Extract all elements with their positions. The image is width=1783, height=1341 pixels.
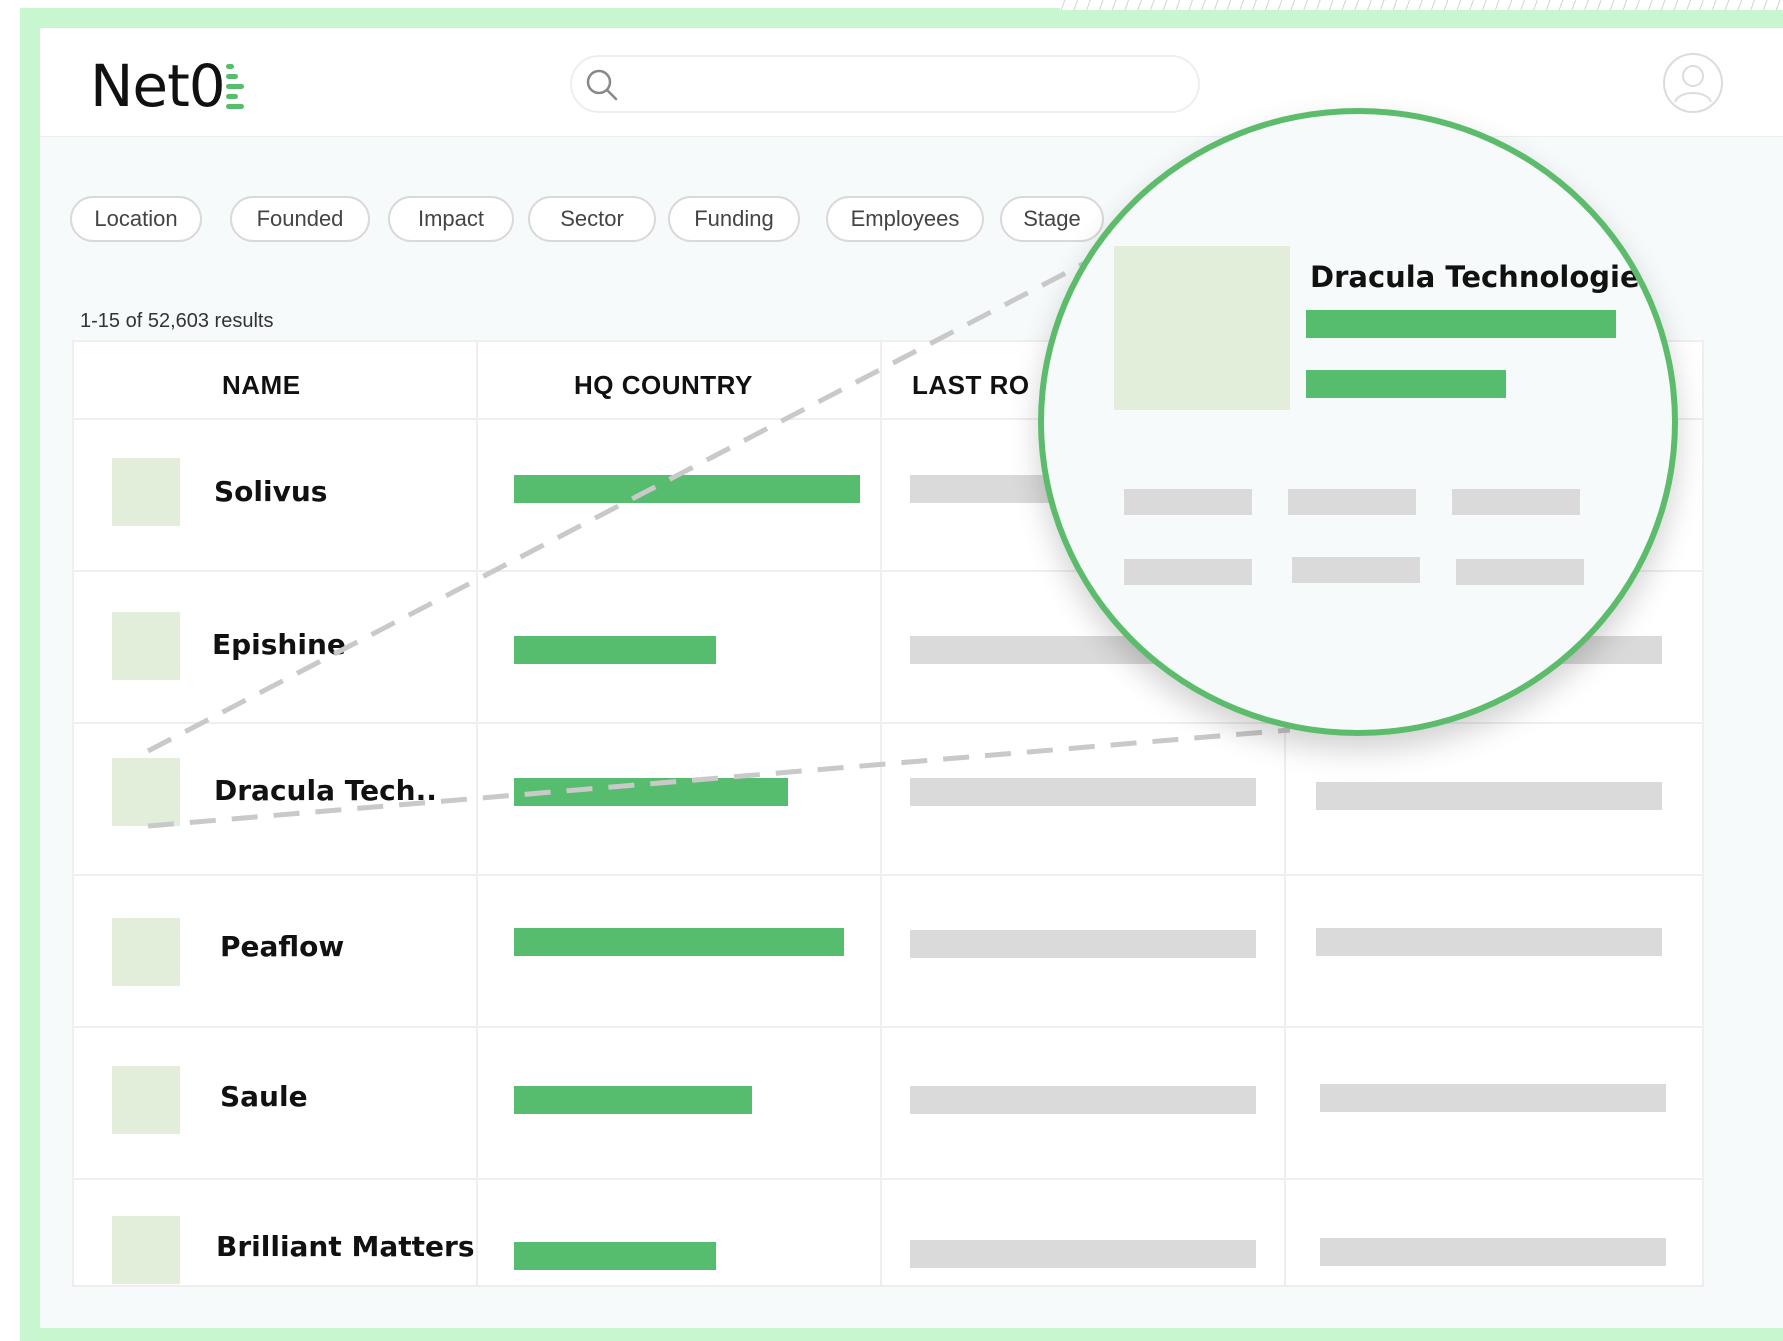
zoomed-bar [1306,370,1506,398]
zoomed-placeholder [1452,489,1580,515]
zoomed-bar [1306,310,1616,338]
hatch-decoration [1060,0,1783,10]
zoomed-company-name: Dracula Technologies [1310,260,1657,294]
app-window: Net0 Location Founded Impact Sector Fund… [40,28,1783,1328]
zoomed-placeholder [1288,489,1416,515]
zoomed-placeholder [1124,489,1252,515]
magnifier-callout: Dracula Technologies [1038,108,1678,736]
zoomed-placeholder [1124,559,1252,585]
company-logo-zoomed [1114,246,1290,410]
zoomed-placeholder [1456,559,1584,585]
zoomed-placeholder [1292,557,1420,583]
